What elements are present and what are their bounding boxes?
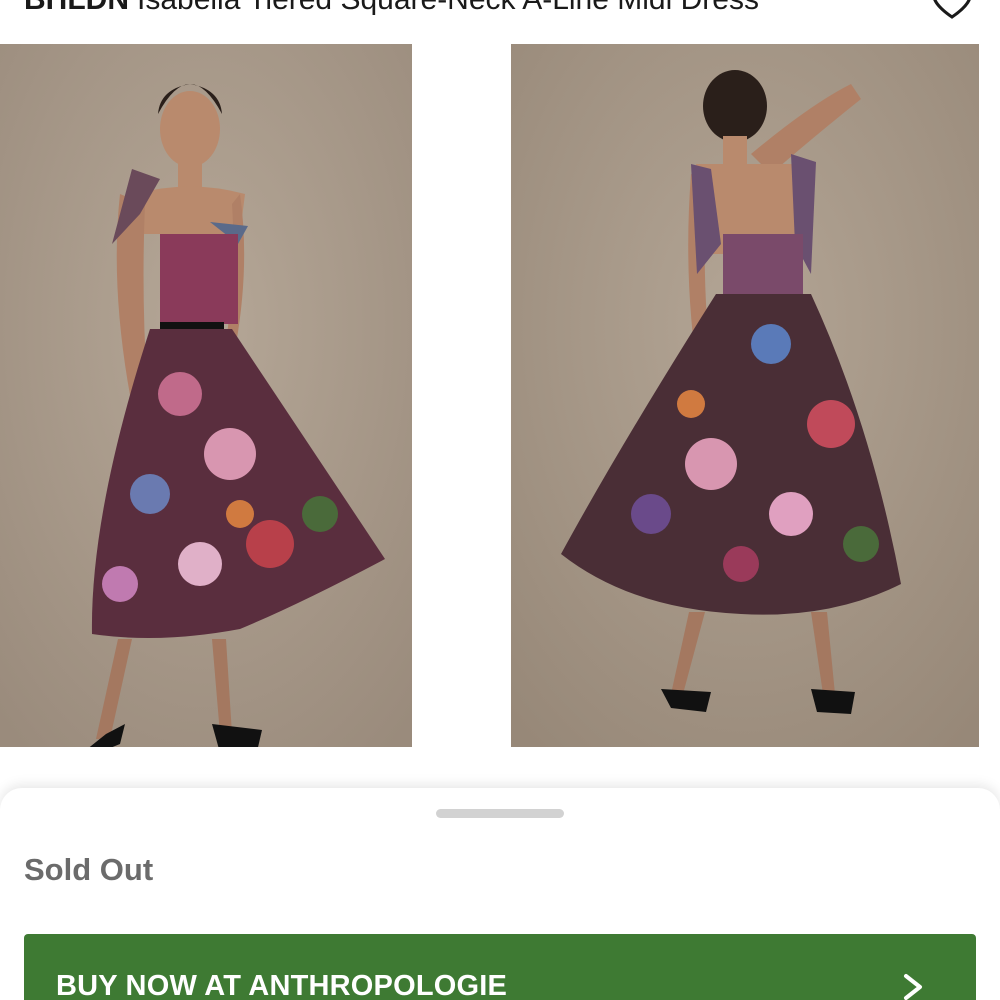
bottom-sheet: Sold Out BUY NOW AT ANTHROPOLOGIE [0,788,1000,1000]
product-photo-back [511,44,979,747]
product-image-back[interactable] [511,44,979,747]
chevron-right-icon [904,974,922,1000]
product-page: BHLDN Isabella Tiered Square-Neck A-Line … [0,0,1000,1000]
product-photo-front [0,44,412,747]
buy-now-label: BUY NOW AT ANTHROPOLOGIE [56,970,508,1000]
brand-name: BHLDN [24,0,129,16]
product-image-front[interactable] [0,44,412,747]
buy-now-button[interactable]: BUY NOW AT ANTHROPOLOGIE [24,934,976,1000]
heart-icon[interactable] [930,0,974,20]
stock-status: Sold Out [24,852,154,887]
title-bar: BHLDN Isabella Tiered Square-Neck A-Line … [0,0,1000,22]
sheet-drag-handle[interactable] [436,809,564,818]
product-title: BHLDN Isabella Tiered Square-Neck A-Line … [24,0,914,22]
product-name: Isabella Tiered Square-Neck A-Line Midi … [137,0,759,16]
